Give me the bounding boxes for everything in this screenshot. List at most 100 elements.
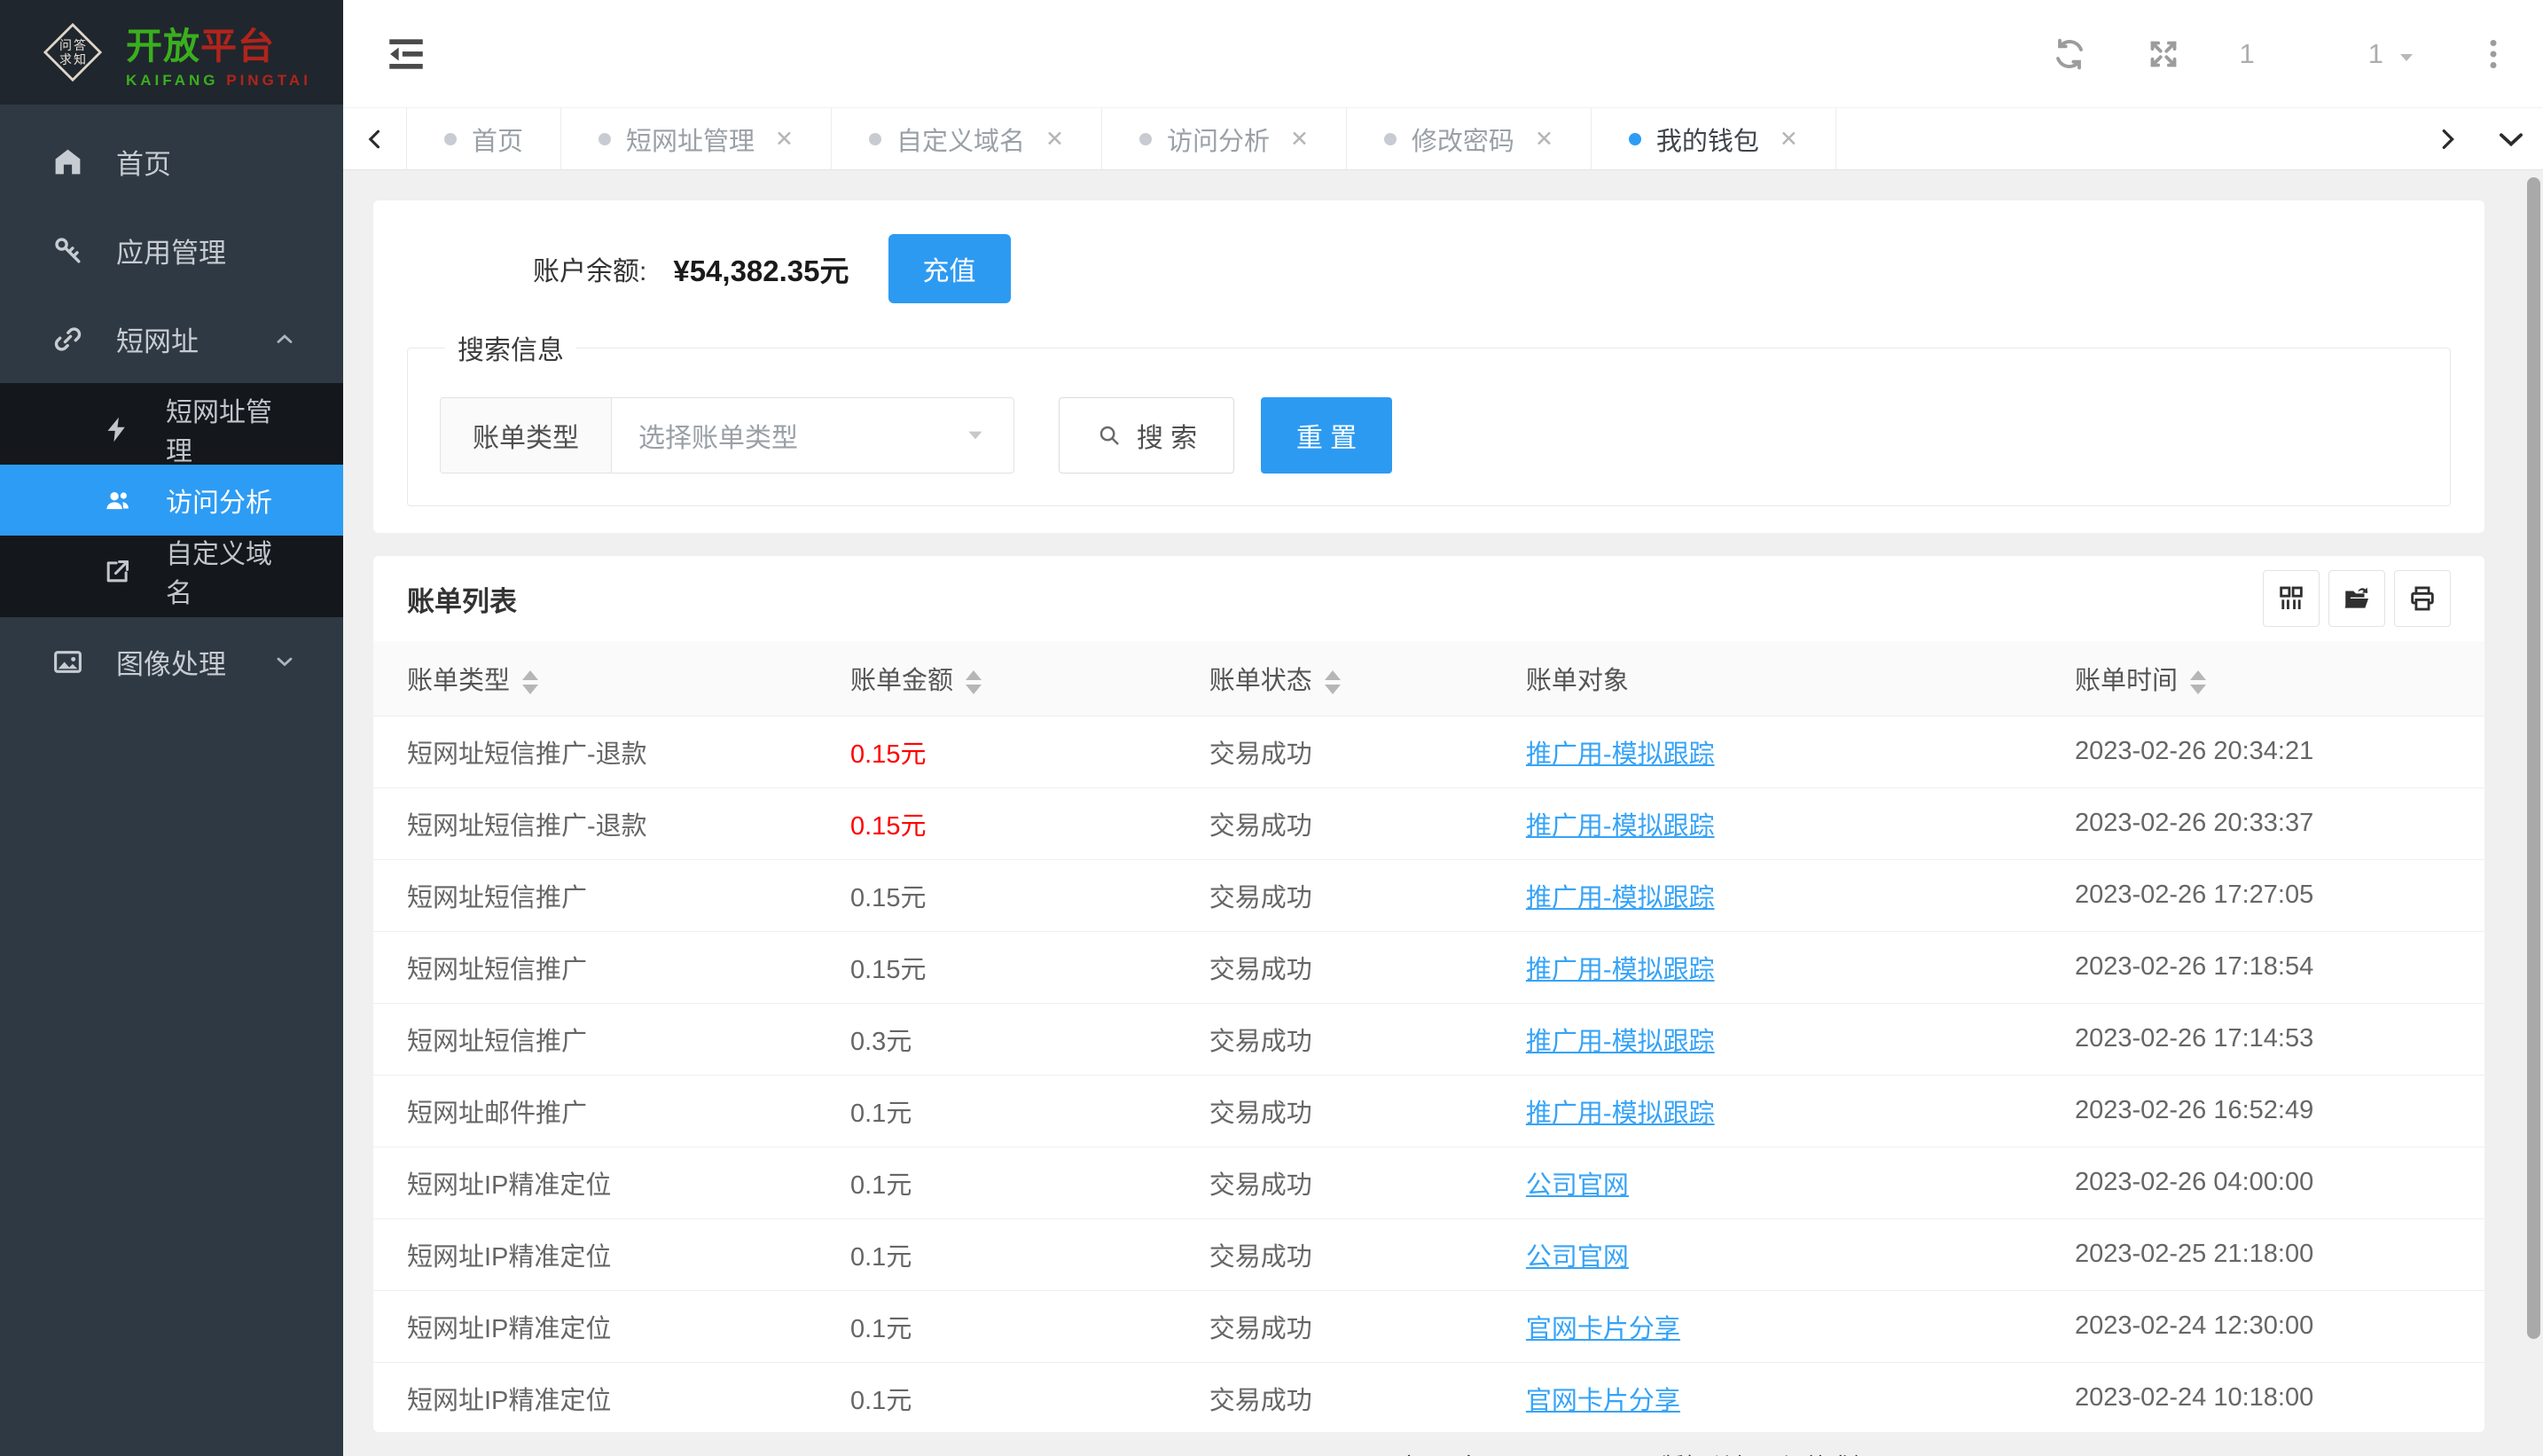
tab-change-password[interactable]: 修改密码 ✕ (1347, 108, 1592, 169)
sidebar-item-label: 短网址管理 (166, 390, 297, 468)
tab-short-url-management[interactable]: 短网址管理 ✕ (561, 108, 832, 169)
sidebar-item-visit-analysis[interactable]: 访问分析 (0, 465, 343, 536)
tab-dot (1384, 133, 1397, 145)
user-label-fragment: 1 (2368, 38, 2383, 70)
column-header-bill-type[interactable]: 账单类型 (373, 641, 817, 716)
bill-list-header: 账单列表 (373, 556, 2484, 641)
logo-diamond-icon: 问答求知 (37, 17, 108, 88)
bill-target-link[interactable]: 公司官网 (1526, 1171, 1629, 1200)
tab-dot (869, 133, 881, 145)
page-content: 账户余额: ¥54,382.35元 充值 搜索信息 账单类型 选择账单类型 (343, 170, 2543, 1456)
bill-target-link[interactable]: 推广用-模拟跟踪 (1526, 956, 1715, 984)
sidebar-item-image-processing[interactable]: 图像处理 (0, 617, 343, 706)
tabs-scroll-right-button[interactable] (2415, 108, 2479, 169)
search-panel-legend: 搜索信息 (445, 328, 576, 367)
refresh-icon[interactable] (2052, 36, 2087, 72)
bill-type-select[interactable]: 选择账单类型 (612, 398, 1013, 473)
table-row: 短网址短信推广 0.15元 交易成功 推广用-模拟跟踪 2023-02-26 1… (373, 931, 2484, 1003)
tab-close-icon[interactable]: ✕ (1535, 126, 1553, 153)
balance-value: ¥54,382.35元 (673, 247, 849, 290)
sidebar-item-short-url-management[interactable]: 短网址管理 (0, 394, 343, 465)
tab-dot (1139, 133, 1152, 145)
tabs: 首页 短网址管理 ✕ 自定义域名 ✕ 访问分析 ✕ (407, 108, 1836, 169)
sidebar-menu: 首页 应用管理 短网址 短网址管理 访问分析 (0, 105, 343, 1456)
caret-down-icon (964, 424, 987, 447)
sidebar-item-home[interactable]: 首页 (0, 117, 343, 206)
sort-icon[interactable] (1325, 670, 1341, 694)
bill-table: 账单类型 账单金额 账单状态 账单对象 账单时间 短网址短信推广-退款 0.15… (373, 641, 2484, 1432)
user-menu[interactable]: 1 1 (2240, 38, 2418, 70)
sort-icon[interactable] (966, 670, 982, 694)
bill-target-link[interactable]: 推广用-模拟跟踪 (1526, 1028, 1715, 1056)
column-header-bill-status[interactable]: 账单状态 (1176, 641, 1492, 716)
tab-close-icon[interactable]: ✕ (1780, 126, 1798, 153)
tab-close-icon[interactable]: ✕ (775, 126, 794, 153)
tab-dot (444, 133, 457, 145)
column-header-bill-amount[interactable]: 账单金额 (817, 641, 1176, 716)
sort-icon[interactable] (522, 670, 538, 694)
tab-bar: 首页 短网址管理 ✕ 自定义域名 ✕ 访问分析 ✕ (343, 108, 2543, 170)
chevron-down-icon (272, 649, 297, 674)
kebab-menu-icon[interactable] (2476, 36, 2511, 72)
table-row: 短网址短信推广 0.15元 交易成功 推广用-模拟跟踪 2023-02-26 1… (373, 859, 2484, 931)
tab-my-wallet[interactable]: 我的钱包 ✕ (1592, 108, 1836, 169)
sort-icon[interactable] (2190, 670, 2206, 694)
bill-target-link[interactable]: 官网卡片分享 (1526, 1387, 1680, 1415)
print-button[interactable] (2394, 570, 2451, 627)
bill-target-link[interactable]: 官网卡片分享 (1526, 1315, 1680, 1343)
bill-list-card: 账单列表 (373, 556, 2484, 1432)
bill-list-title: 账单列表 (407, 579, 517, 619)
table-row: 短网址IP精准定位 0.1元 交易成功 官网卡片分享 2023-02-24 10… (373, 1362, 2484, 1432)
sidebar: 问答求知 开放平台 KAIFANG PINGTAI 首页 应用管理 短网址 (0, 0, 343, 1456)
wallet-card: 账户余额: ¥54,382.35元 充值 搜索信息 账单类型 选择账单类型 (373, 200, 2484, 533)
bill-target-link[interactable]: 推广用-模拟跟踪 (1526, 812, 1715, 841)
search-icon (1096, 422, 1123, 449)
copyright-text: Copyright © 2023-https://www.wdqz.cc/- 京… (982, 1449, 1874, 1456)
tab-close-icon[interactable]: ✕ (1045, 126, 1064, 153)
bill-target-link[interactable]: 公司官网 (1526, 1243, 1629, 1272)
table-toolbar (2263, 570, 2451, 627)
fullscreen-icon[interactable] (2146, 36, 2181, 72)
sidebar-item-app-management[interactable]: 应用管理 (0, 206, 343, 294)
tab-home[interactable]: 首页 (407, 108, 561, 169)
bill-target-link[interactable]: 推广用-模拟跟踪 (1526, 1100, 1715, 1128)
bill-type-select-placeholder: 选择账单类型 (638, 416, 798, 455)
export-button[interactable] (2328, 570, 2385, 627)
bill-target-link[interactable]: 推广用-模拟跟踪 (1526, 740, 1715, 769)
column-header-bill-target: 账单对象 (1492, 641, 2041, 716)
tab-custom-domain[interactable]: 自定义域名 ✕ (832, 108, 1102, 169)
tabs-scroll-left-button[interactable] (343, 108, 407, 169)
toggle-columns-button[interactable] (2263, 570, 2320, 627)
table-row: 短网址短信推广-退款 0.15元 交易成功 推广用-模拟跟踪 2023-02-2… (373, 716, 2484, 787)
sidebar-item-label: 应用管理 (116, 231, 226, 270)
footer: Copyright © 2023-https://www.wdqz.cc/- 京… (373, 1432, 2484, 1456)
balance-label: 账户余额: (533, 249, 646, 288)
bolt-icon (103, 415, 132, 444)
sidebar-item-label: 访问分析 (166, 481, 272, 520)
tab-dot (599, 133, 611, 145)
table-row: 短网址IP精准定位 0.1元 交易成功 官网卡片分享 2023-02-24 12… (373, 1290, 2484, 1362)
column-header-bill-time[interactable]: 账单时间 (2041, 641, 2484, 716)
sidebar-item-custom-domain[interactable]: 自定义域名 (0, 536, 343, 607)
top-header: 1 1 (343, 0, 2543, 108)
sidebar-item-short-url[interactable]: 短网址 (0, 294, 343, 383)
table-row: 短网址IP精准定位 0.1元 交易成功 公司官网 2023-02-25 21:1… (373, 1218, 2484, 1290)
sidebar-item-label: 首页 (116, 142, 171, 182)
bill-target-link[interactable]: 推广用-模拟跟踪 (1526, 884, 1715, 912)
users-icon (103, 486, 132, 515)
logo-subtitle: KAIFANG PINGTAI (126, 72, 311, 90)
user-label-fragment: 1 (2240, 38, 2255, 70)
sidebar-fold-icon[interactable] (384, 32, 428, 76)
tab-dot (1629, 133, 1641, 145)
sidebar-item-label: 短网址 (116, 319, 199, 359)
tab-visit-analysis[interactable]: 访问分析 ✕ (1102, 108, 1347, 169)
reset-button[interactable]: 重 置 (1261, 397, 1392, 474)
table-header-row: 账单类型 账单金额 账单状态 账单对象 账单时间 (373, 641, 2484, 716)
tabs-dropdown-button[interactable] (2479, 108, 2543, 169)
search-form-row: 账单类型 选择账单类型 搜 索 重 置 (440, 397, 2418, 474)
home-icon (51, 145, 84, 178)
search-button[interactable]: 搜 索 (1059, 397, 1234, 474)
tab-close-icon[interactable]: ✕ (1290, 126, 1309, 153)
vertical-scrollbar[interactable] (2527, 177, 2540, 1339)
recharge-button[interactable]: 充值 (888, 234, 1011, 303)
